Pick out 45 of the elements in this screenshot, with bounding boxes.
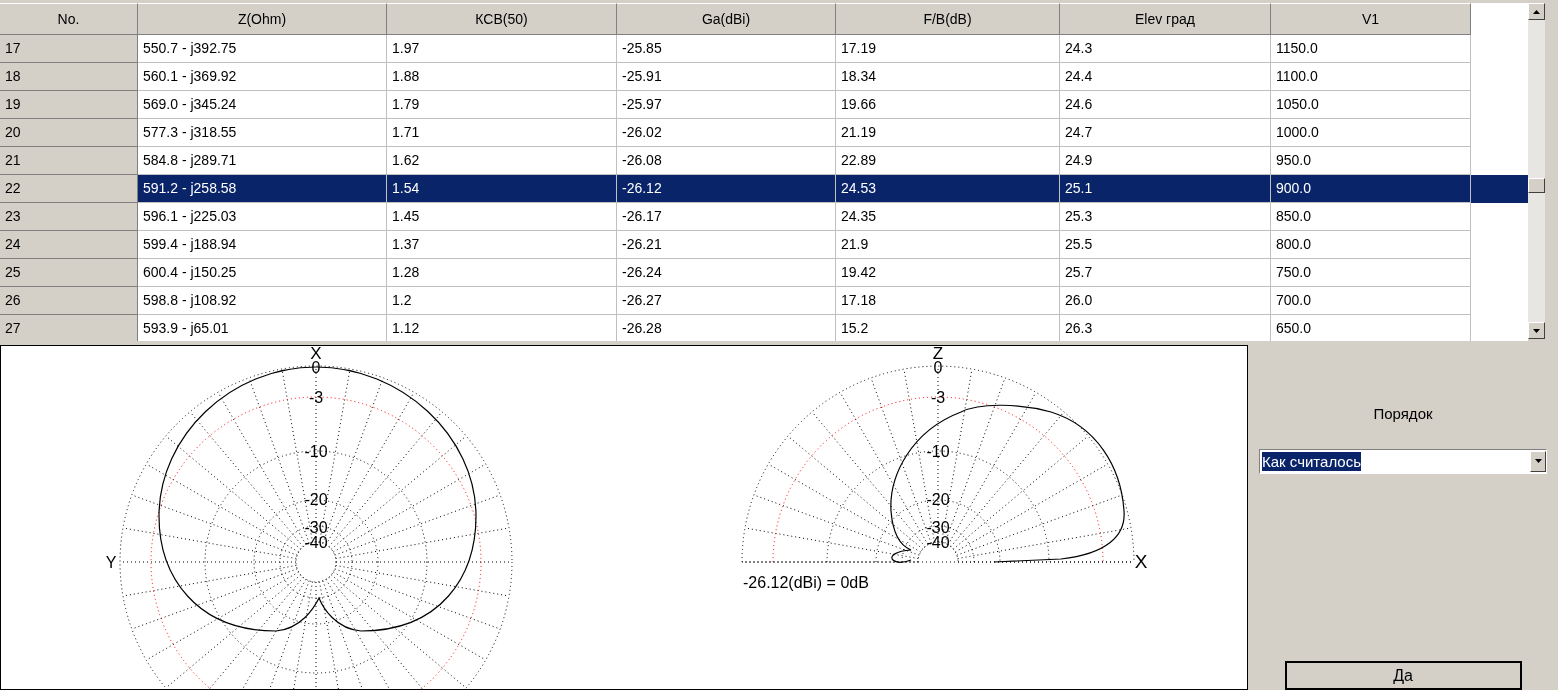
ring-label: -30 (304, 519, 328, 536)
column-header[interactable]: Elev град (1060, 3, 1271, 35)
column-header[interactable]: No. (0, 3, 138, 35)
gain-reference-caption: -26.12(dBi) = 0dB (743, 574, 869, 591)
axis-label: Y (105, 554, 117, 571)
row-number-cell: 26 (0, 287, 138, 315)
row-number-cell: 24 (0, 231, 138, 259)
column-header[interactable]: Ga(dBi) (617, 3, 836, 35)
row-number-cell: 17 (0, 35, 138, 63)
row-number-cell: 23 (0, 203, 138, 231)
order-label: Порядок (1373, 404, 1433, 424)
ring-label: -3 (930, 389, 946, 406)
row-number-cell: 22 (0, 175, 138, 203)
table-row[interactable]: 22 591.2 - j258.58 1.54 -26.12 24.53 25.1 900.0 (0, 175, 1528, 203)
row-number-cell: 21 (0, 147, 138, 175)
dropdown-caret-icon[interactable] (1530, 450, 1546, 472)
column-header[interactable]: КСВ(50) (387, 3, 617, 35)
scroll-thumb[interactable] (1528, 178, 1545, 193)
ring-label: -30 (926, 519, 950, 536)
table-cell: 1.12 (387, 315, 617, 341)
ring-label: -10 (304, 443, 328, 460)
table-cell: 593.9 - j65.01 (138, 315, 387, 341)
ring-label: -20 (304, 491, 328, 508)
ring-label: -20 (926, 491, 950, 508)
row-number-cell: 27 (0, 315, 138, 341)
table-cell: -26.28 (617, 315, 836, 341)
row-number-cell: 20 (0, 119, 138, 147)
ring-label: -3 (308, 389, 324, 406)
table-cell: 650.0 (1271, 315, 1471, 341)
order-dropdown[interactable]: Как считалось (1259, 448, 1547, 474)
table-cell: 26.3 (1060, 315, 1271, 341)
table-cell: 15.2 (836, 315, 1060, 341)
vertical-scrollbar[interactable] (1528, 3, 1545, 339)
row-number-cell: 18 (0, 63, 138, 91)
ring-label: -40 (926, 534, 950, 551)
confirm-button[interactable]: Да (1284, 661, 1522, 690)
axis-label: X (1134, 551, 1148, 572)
ring-label: -40 (304, 534, 328, 551)
column-header[interactable]: V1 (1271, 3, 1471, 35)
column-header[interactable]: F/B(dB) (836, 3, 1060, 35)
ring-label: -10 (926, 443, 950, 460)
ring-label: 0 (933, 359, 943, 376)
row-number-cell: 25 (0, 259, 138, 287)
column-header[interactable]: Z(Ohm) (138, 3, 387, 35)
row-number-cell: 19 (0, 91, 138, 119)
